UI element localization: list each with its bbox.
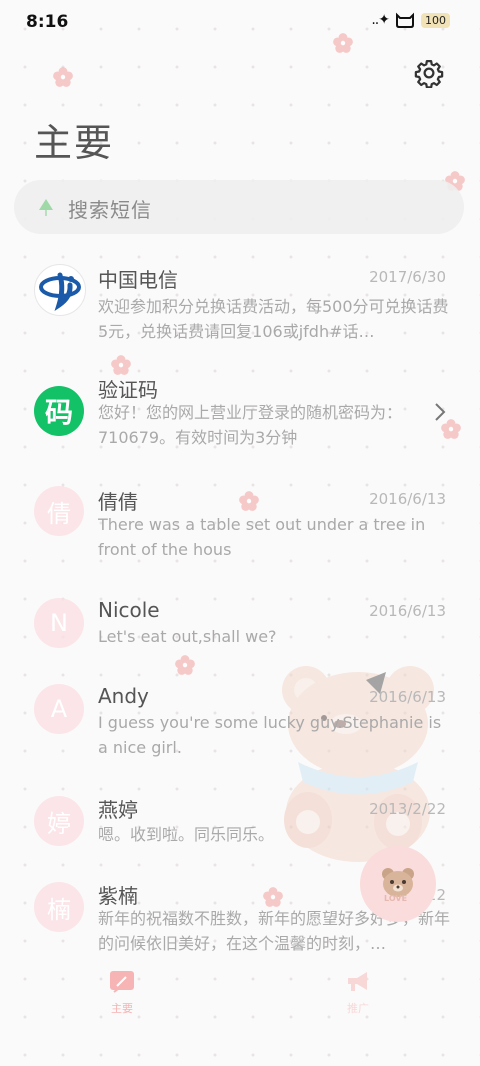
search-placeholder: 搜索短信	[68, 198, 152, 222]
conversation-name: 紫楠	[98, 884, 138, 908]
conversation-preview: 欢迎参加积分兑换话费活动，每500分可兑换话费5元，兑换话费请回复106或jfd…	[98, 297, 449, 341]
conversation-preview: Let's eat out,shall we?	[98, 627, 277, 646]
conversation-item[interactable]: 中国电信 2017/6/30 欢迎参加积分兑换话费活动，每500分可兑换话费5元…	[0, 262, 480, 362]
bottom-nav: 主要 推广	[0, 970, 480, 1030]
conversation-preview: I guess you're some lucky guy.Stephanie …	[98, 713, 442, 757]
conversation-item[interactable]: A Andy 2016/6/13 I guess you're some luc…	[0, 682, 480, 772]
battery-indicator: 100	[421, 12, 450, 28]
conversation-item[interactable]: 码 验证码 您好！您的网上营业厅登录的随机密码为：710679。有效时间为3分钟	[0, 374, 480, 464]
avatar: 倩	[34, 486, 84, 536]
conversation-name: Andy	[98, 684, 149, 708]
status-bar: 8:16 ..✦ 100	[0, 0, 480, 46]
conversation-date: 2013/2/22	[369, 800, 446, 818]
signal-icon: ..✦	[371, 12, 390, 28]
avatar: A	[34, 684, 84, 734]
tree-icon	[39, 199, 53, 216]
tab-main[interactable]: 主要	[82, 970, 162, 1016]
tab-promo[interactable]: 推广	[318, 970, 398, 1016]
conversation-date: 2016/6/13	[369, 602, 446, 620]
conversation-name: 燕婷	[98, 798, 138, 822]
settings-button[interactable]	[414, 58, 444, 89]
avatar: 码	[34, 386, 84, 436]
cat-icon	[396, 12, 414, 28]
search-bar[interactable]: 搜索短信	[14, 180, 464, 234]
conversation-item[interactable]: N Nicole 2016/6/13 Let's eat out,shall w…	[0, 596, 480, 660]
avatar: 楠	[34, 882, 84, 932]
status-icons: ..✦ 100	[371, 12, 450, 28]
conversation-date: 2016/6/13	[369, 688, 446, 706]
conversation-preview: 嗯。收到啦。同乐同乐。	[98, 825, 275, 844]
conversation-item[interactable]: 倩 倩倩 2016/6/13 There was a table set out…	[0, 484, 480, 574]
page-title: 主要	[34, 121, 115, 165]
china-telecom-logo-icon	[39, 272, 81, 312]
avatar: 婷	[34, 796, 84, 846]
telecom-logo-avatar	[34, 264, 86, 316]
status-time: 8:16	[26, 12, 69, 32]
avatar: N	[34, 598, 84, 648]
tab-main-label: 主要	[111, 1002, 133, 1015]
conversation-name: 中国电信	[98, 268, 178, 292]
megaphone-icon	[348, 972, 367, 991]
conversation-preview: There was a table set out under a tree i…	[98, 515, 426, 559]
conversation-date: 2016/6/13	[369, 490, 446, 508]
blossom-decoration	[53, 67, 73, 87]
fab-badge: LOVE	[384, 894, 408, 903]
chevron-right-icon[interactable]	[434, 402, 446, 422]
message-edit-icon	[110, 971, 134, 993]
conversation-name: Nicole	[98, 598, 160, 622]
conversation-name: 验证码	[98, 378, 158, 402]
conversation-preview: 您好！您的网上营业厅登录的随机密码为：710679。有效时间为3分钟	[98, 403, 403, 447]
gear-icon	[414, 60, 444, 89]
compose-fab-button[interactable]: LOVE	[360, 846, 436, 922]
blossom-decoration	[333, 33, 353, 53]
conversation-date: 2017/6/30	[369, 268, 446, 286]
conversation-name: 倩倩	[98, 490, 138, 514]
tab-promo-label: 推广	[347, 1002, 369, 1015]
